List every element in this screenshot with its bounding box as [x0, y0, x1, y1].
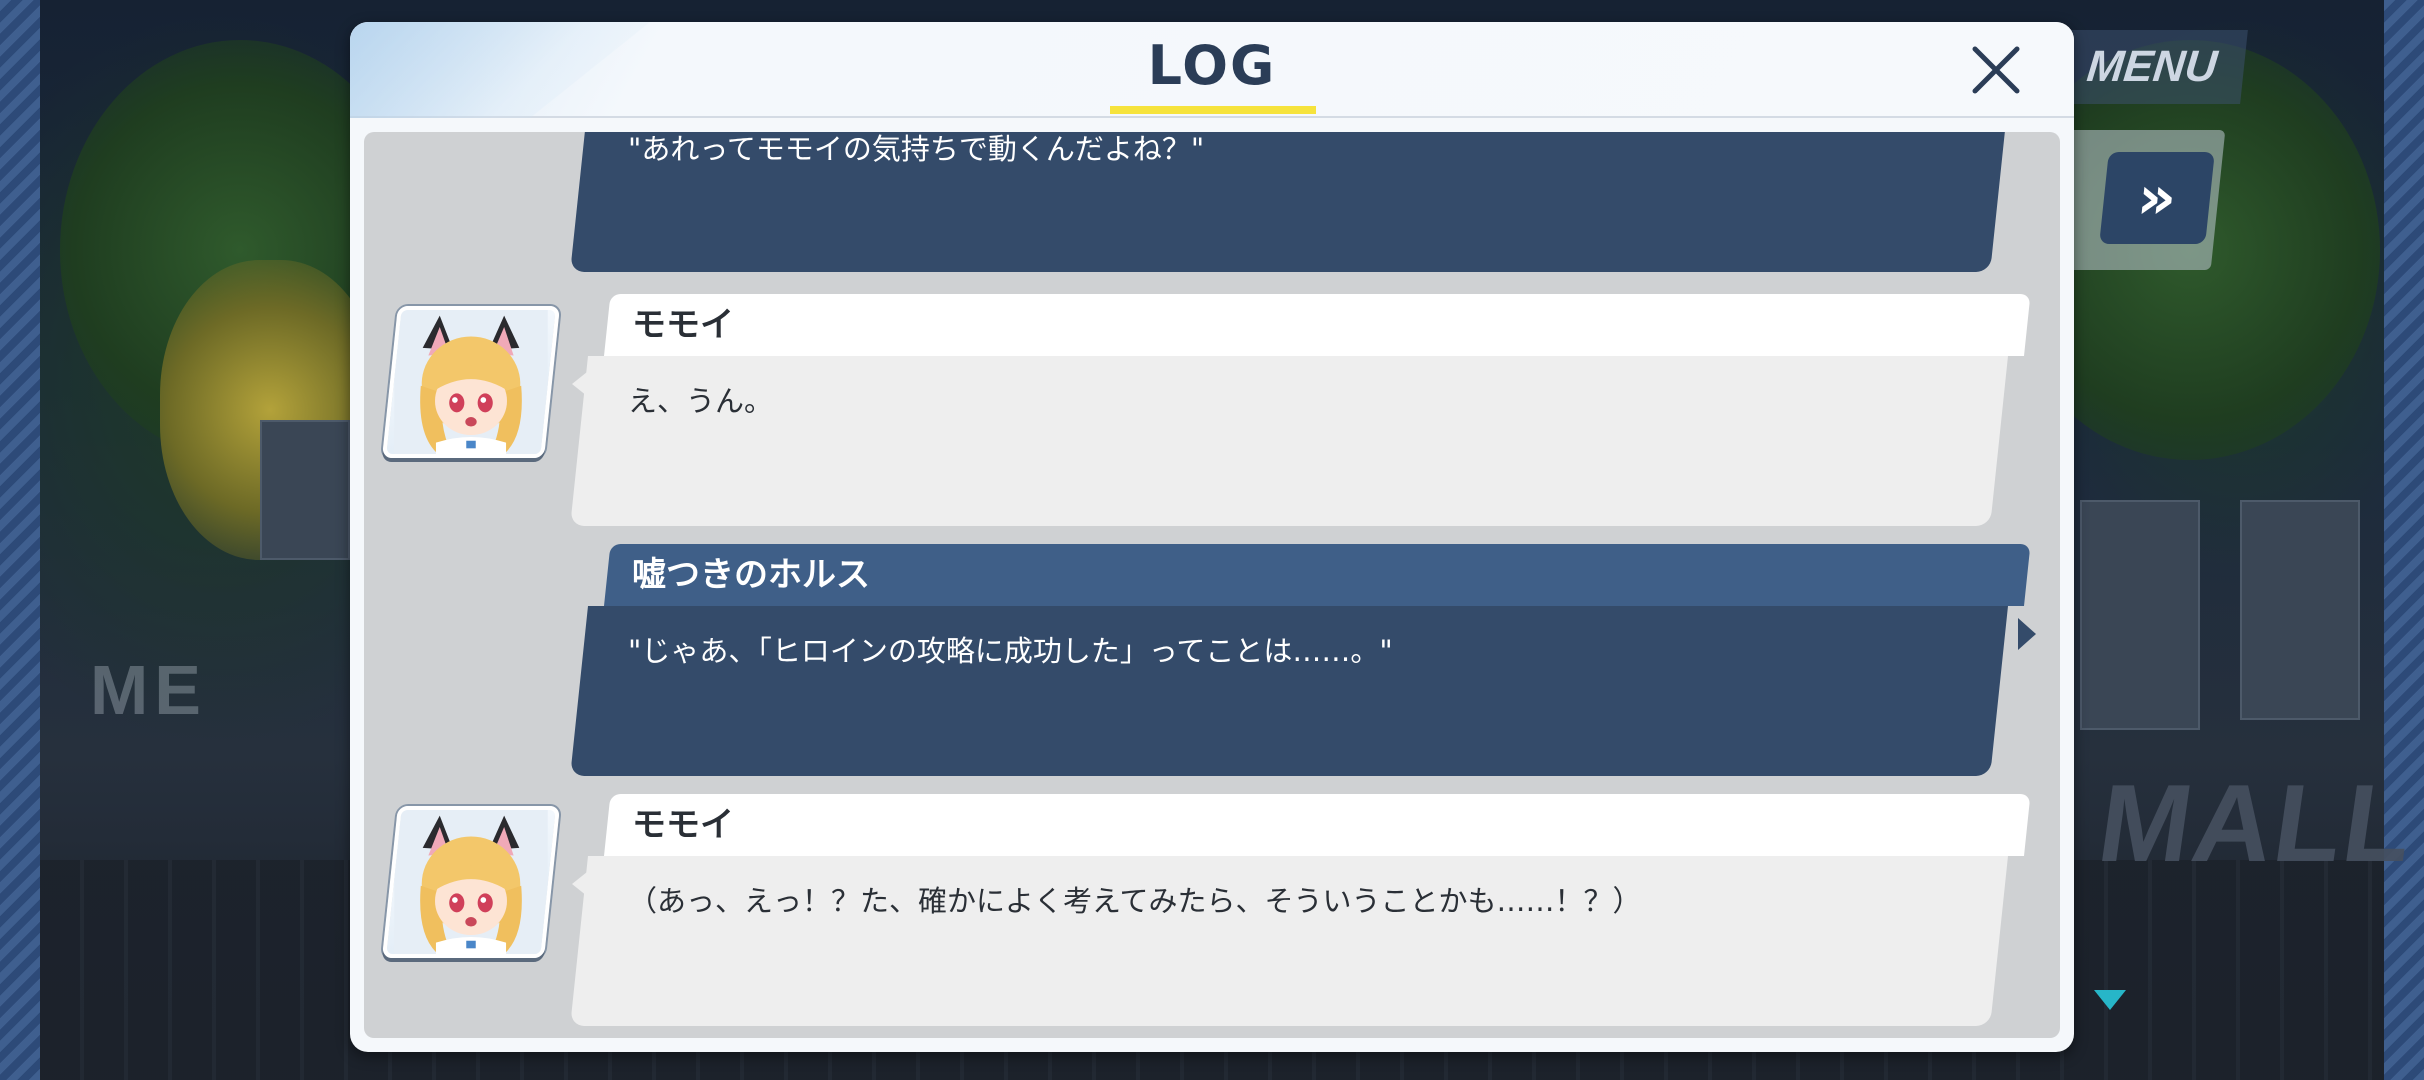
- log-entry: "あれってモモイの気持ちで動くんだよね？": [364, 132, 2060, 282]
- close-icon: [1972, 46, 2020, 94]
- background-stripe-right: [2384, 0, 2424, 1080]
- dialogue-text: え、うん。: [628, 384, 774, 418]
- character-portrait: [382, 306, 560, 458]
- title-underline: [1110, 106, 1316, 114]
- log-dialog: LOG "あれってモモイの気持ちで動くんだよね？" モモイ え、うん。 嘘つきの…: [350, 22, 2074, 1052]
- speaker-name-bar: [604, 794, 2031, 856]
- triangle-down-icon[interactable]: [2094, 990, 2126, 1010]
- bubble-pointer: [2018, 618, 2036, 650]
- dialogue-text: （あっ、えっ！？た、確かによく考えてみたら、そういうことかも……！？）: [628, 884, 1642, 918]
- fast-forward-button[interactable]: »: [2099, 152, 2215, 244]
- log-title: LOG: [1147, 34, 1277, 97]
- speaker-name: モモイ: [632, 305, 734, 345]
- fast-forward-icon: »: [2133, 163, 2181, 233]
- momoi-avatar: [394, 810, 548, 954]
- background-sign-mall: MALL: [2091, 762, 2423, 885]
- dialogue-text: "じゃあ、「ヒロインの攻略に成功した」ってことは……。": [628, 634, 1393, 668]
- log-scroll-area[interactable]: "あれってモモイの気持ちで動くんだよね？" モモイ え、うん。 嘘つきのホルス …: [364, 132, 2060, 1038]
- log-entry: モモイ （あっ、えっ！？た、確かによく考えてみたら、そういうことかも……！？）: [364, 794, 2060, 1034]
- momoi-avatar: [394, 310, 548, 454]
- dialogue-bubble: [570, 356, 2008, 526]
- character-portrait: [382, 806, 560, 958]
- log-entry: モモイ え、うん。: [364, 294, 2060, 534]
- log-entry: 嘘つきのホルス "じゃあ、「ヒロインの攻略に成功した」ってことは……。": [364, 544, 2060, 784]
- speaker-name: モモイ: [632, 805, 734, 845]
- background-sign-left: ME: [90, 651, 207, 729]
- speaker-name: 嘘つきのホルス: [632, 555, 870, 595]
- dialogue-text: "あれってモモイの気持ちで動くんだよね？": [628, 132, 1205, 166]
- close-button[interactable]: [1966, 40, 2026, 100]
- log-header: LOG: [350, 22, 2074, 118]
- menu-button[interactable]: MENU: [2056, 30, 2248, 104]
- background-stripe-left: [0, 0, 40, 1080]
- speaker-name-bar: [604, 294, 2031, 356]
